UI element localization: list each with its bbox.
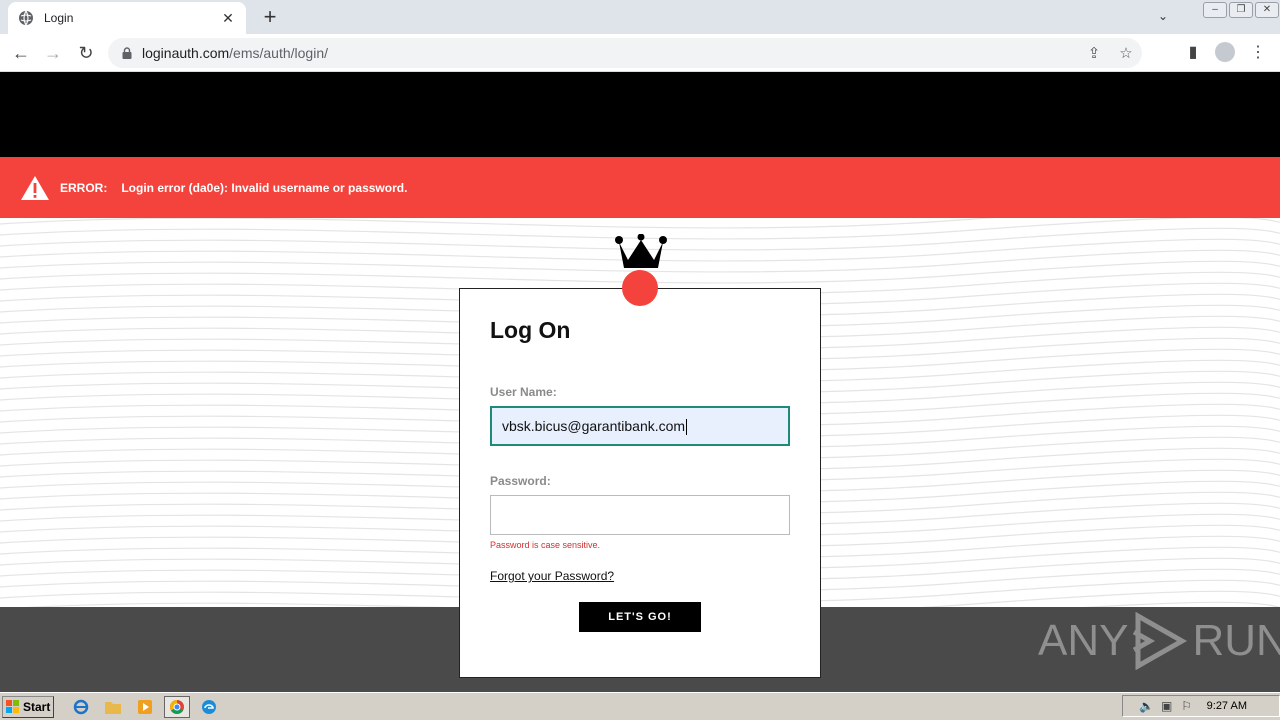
web-page: ERROR: Login error (da0e): Invalid usern… [0,72,1280,692]
explorer-folder-icon[interactable] [100,696,126,718]
site-header-band [0,72,1280,157]
media-player-icon[interactable] [132,696,158,718]
new-tab-button[interactable]: + [258,6,282,30]
window-controls: – ❐ ✕ [1202,0,1280,20]
brand-red-dot [622,270,658,306]
share-icon[interactable]: ⇪ [1078,44,1110,62]
text-caret [686,419,688,436]
minimize-button[interactable]: – [1203,2,1227,18]
action-center-flag-icon[interactable]: ⚐ [1177,699,1197,713]
error-label: ERROR: [60,180,108,195]
chrome-icon[interactable] [164,695,190,718]
tab-close-icon[interactable]: ✕ [220,10,236,27]
username-input[interactable]: vbsk.bicus@garantibank.com [490,406,790,446]
windows-flag-icon [6,699,19,713]
crown-logo-icon [615,234,667,268]
tab-search-chevron-icon[interactable]: ⌄ [1158,9,1168,23]
url-domain: loginauth.com [142,45,230,61]
ie-icon[interactable] [68,696,94,718]
clock: 9:27 AM [1206,700,1247,712]
warning-icon [21,175,49,200]
system-tray: 🔈 ▣ ⚐ 9:27 AM [1122,695,1280,717]
globe-icon [19,10,33,26]
profile-avatar-icon[interactable] [1214,42,1236,64]
edge-icon[interactable] [196,696,222,718]
error-banner: ERROR: Login error (da0e): Invalid usern… [0,157,1280,218]
menu-kebab-icon[interactable]: ⋮ [1247,42,1269,64]
volume-icon[interactable]: 🔈 [1137,699,1157,713]
os-taskbar: Start 🔈 ▣ ⚐ 9:27 AM [0,692,1280,720]
submit-button[interactable]: LET'S GO! [579,602,701,632]
login-title: Log On [490,317,571,343]
anyrun-watermark: ANY RUN [1038,612,1280,670]
url-path: /ems/auth/login/ [229,45,329,61]
browser-tab[interactable]: Login ✕ [8,2,246,34]
close-window-button[interactable]: ✕ [1255,2,1279,18]
bookmark-star-icon[interactable]: ☆ [1110,44,1142,62]
watermark-left-text: ANY [1038,616,1129,665]
network-icon[interactable]: ▣ [1157,699,1177,713]
password-hint: Password is case sensitive. [490,540,601,550]
lock-icon [122,47,132,59]
address-bar[interactable]: loginauth.com/ems/auth/login/ ⇪ ☆ [108,38,1142,68]
forgot-password-link[interactable]: Forgot your Password? [490,569,614,583]
reload-icon[interactable]: ↻ [75,42,97,64]
start-label: Start [23,699,51,714]
side-panel-icon[interactable]: ▮ [1182,42,1204,64]
username-label: User Name: [490,385,557,399]
error-message: Login error (da0e): Invalid username or … [121,180,408,195]
tab-title: Login [44,11,74,25]
login-card: Log On User Name: vbsk.bicus@garantibank… [459,288,821,678]
username-value: vbsk.bicus@garantibank.com [502,418,686,434]
browser-toolbar: ← → ↻ loginauth.com/ems/auth/login/ ⇪ ☆ … [0,34,1280,72]
url-text: loginauth.com/ems/auth/login/ [142,45,328,61]
watermark-right-text: RUN [1192,616,1280,665]
back-arrow-icon[interactable]: ← [10,42,32,64]
password-label: Password: [490,474,551,488]
browser-tab-strip: Login ✕ + ⌄ – ❐ ✕ [0,0,1280,34]
start-button[interactable]: Start [2,695,54,718]
play-logo-icon [1133,612,1188,670]
password-input[interactable] [490,495,790,535]
forward-arrow-icon[interactable]: → [42,42,64,64]
restore-button[interactable]: ❐ [1229,2,1253,18]
